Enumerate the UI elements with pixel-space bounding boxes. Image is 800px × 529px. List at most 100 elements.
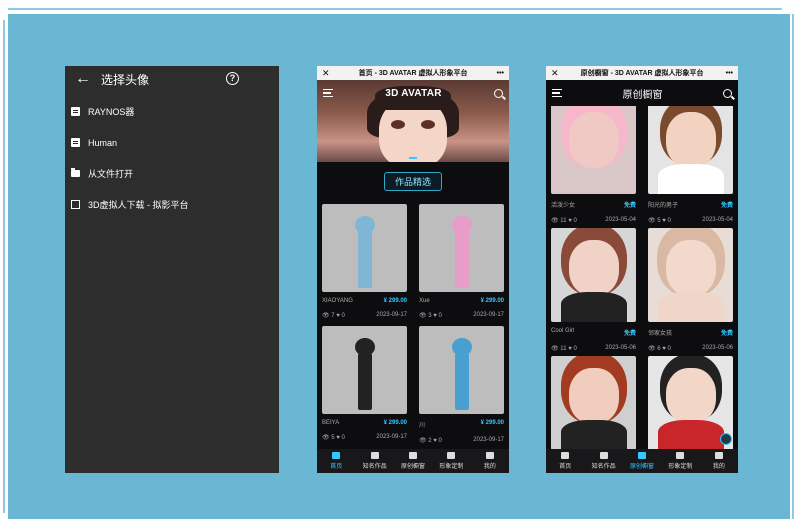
bottom-tab-bar: 首页 知名作品 原创橱窗 形象定制 我的 [317,449,509,473]
search-icon[interactable] [494,88,503,98]
work-stats: 👁 3 ♥ 0 [419,313,442,319]
scroll-top-button[interactable] [720,433,732,445]
picker-item-human[interactable]: Human [65,127,279,158]
work-thumbnail [419,204,504,292]
close-icon[interactable]: ✕ [551,68,559,79]
work-name: 川 [419,423,426,429]
work-price: ¥ 299.00 [383,420,407,426]
help-icon[interactable]: ? [226,72,239,85]
tab-mine[interactable]: 我的 [471,449,509,473]
frame-bottom [0,519,800,529]
carousel-indicator [409,157,417,159]
window-bar: ✕ 首页 - 3D AVATAR 虚拟人形象平台 ••• [317,66,509,80]
views-count: 5 [657,218,661,224]
likes-count: 0 [667,346,671,352]
tab-original[interactable]: 原创橱窗 [394,449,432,473]
avatar-name: Cool Girl [551,328,575,334]
avatar-stats: 👁 5 ♥ 0 [648,218,671,224]
search-icon[interactable] [723,88,732,98]
banner-eye [421,120,435,129]
avatar-stats: 👁 11 ♥ 0 [551,346,577,352]
more-icon[interactable]: ••• [726,70,733,77]
tab-mine[interactable]: 我的 [700,449,738,473]
work-price: ¥ 299.00 [383,298,407,304]
showcase-card[interactable]: Cool Girl 免费 👁 11 ♥ 0 2023-05-06 [551,228,636,356]
page-title: 原创橱窗 [622,89,663,101]
views-count: 3 [428,313,432,319]
avatar-bust [560,420,627,450]
tab-label: 知名作品 [591,464,616,470]
work-stats: 👁 5 ♥ 0 [322,435,345,441]
likes-count: 0 [438,438,442,444]
views-count: 6 [657,346,661,352]
avatar-portrait [665,368,716,424]
views-count: 2 [428,438,432,444]
picker-item-raynos[interactable]: RAYNOS器 [65,96,279,127]
work-name: Xue [419,298,430,304]
avatar-bust [657,164,724,194]
home-screen: ✕ 首页 - 3D AVATAR 虚拟人形象平台 ••• 3D AVATAR 作… [317,66,509,473]
home-icon [561,452,570,459]
tab-label: 首页 [330,464,343,470]
work-price: ¥ 299.00 [480,298,504,304]
close-icon[interactable]: ✕ [322,68,330,79]
tab-custom[interactable]: 形象定制 [432,449,470,473]
file-icon [71,107,80,116]
tab-original[interactable]: 原创橱窗 [623,449,661,473]
tab-label: 我的 [483,464,496,470]
tab-famous[interactable]: 知名作品 [355,449,393,473]
picker-item-label: 从文件打开 [88,169,134,179]
work-thumbnail [322,326,407,414]
tab-label: 原创橱窗 [630,464,655,470]
tab-label: 知名作品 [362,464,387,470]
work-card[interactable]: 川 ¥ 299.00 👁 2 ♥ 0 2023-09-17 [419,326,504,448]
avatar-date: 2023-05-06 [702,345,733,351]
views-count: 11 [560,346,567,352]
work-date: 2023-09-17 [473,437,504,443]
likes-count: 0 [341,435,345,441]
views-count: 7 [331,313,335,319]
home-icon [332,452,341,459]
showcase-card[interactable]: 阳光的男子 免费 👁 5 ♥ 0 2023-05-04 [648,100,733,228]
window-bar: ✕ 原创橱窗 - 3D AVATAR 虚拟人形象平台 ••• [546,66,738,80]
user-icon [485,452,494,459]
menu-icon[interactable] [552,89,562,97]
tab-home[interactable]: 首页 [317,449,355,473]
avatar-bust [560,292,627,322]
avatar-price: 免费 [720,331,733,337]
likes-count: 0 [667,218,671,224]
work-card[interactable]: XIAOYANG ¥ 299.00 👁 7 ♥ 0 2023-09-17 [322,204,407,326]
more-icon[interactable]: ••• [497,70,504,77]
tab-label: 我的 [712,464,725,470]
picker-item-open-file[interactable]: 从文件打开 [65,158,279,189]
avatar-name: 活泼少女 [551,203,576,209]
views-count: 5 [331,435,335,441]
tab-famous[interactable]: 知名作品 [584,449,622,473]
tab-home[interactable]: 首页 [546,449,584,473]
back-arrow-icon[interactable]: ← [75,70,95,88]
file-icon [71,138,80,147]
showcase-card[interactable]: 邻家女孩 免费 👁 6 ♥ 0 2023-05-06 [648,228,733,356]
tab-label: 形象定制 [668,464,693,470]
window-icon [638,452,647,459]
work-price: ¥ 299.00 [480,420,504,426]
banner-eye [391,120,405,129]
bottom-tab-bar: 首页 知名作品 原创橱窗 形象定制 我的 [546,449,738,473]
avatar-thumbnail [551,228,636,322]
frame-top [0,0,800,14]
figure [354,338,375,410]
tab-custom[interactable]: 形象定制 [661,449,699,473]
likes-count: 0 [573,346,577,352]
work-card[interactable]: Xue ¥ 299.00 👁 3 ♥ 0 2023-09-17 [419,204,504,326]
menu-icon[interactable] [323,89,333,97]
picker-item-download[interactable]: 3D虚拟人下载 - 拟影平台 [65,189,279,220]
showcase-card[interactable]: 活泼少女 免费 👁 11 ♥ 0 2023-05-04 [551,100,636,228]
work-card[interactable]: BEIYA ¥ 299.00 👁 5 ♥ 0 2023-09-17 [322,326,407,448]
window-title: 首页 - 3D AVATAR 虚拟人形象平台 [358,70,468,77]
work-date: 2023-09-17 [376,434,407,440]
tab-label: 首页 [559,464,572,470]
work-stats: 👁 2 ♥ 0 [419,438,442,444]
window-icon [409,452,418,459]
avatar-picker-panel: ← 选择头像 ? RAYNOS器 Human 从文件打开 3D虚拟人下载 - 拟… [65,66,279,473]
frame-left [0,0,8,529]
